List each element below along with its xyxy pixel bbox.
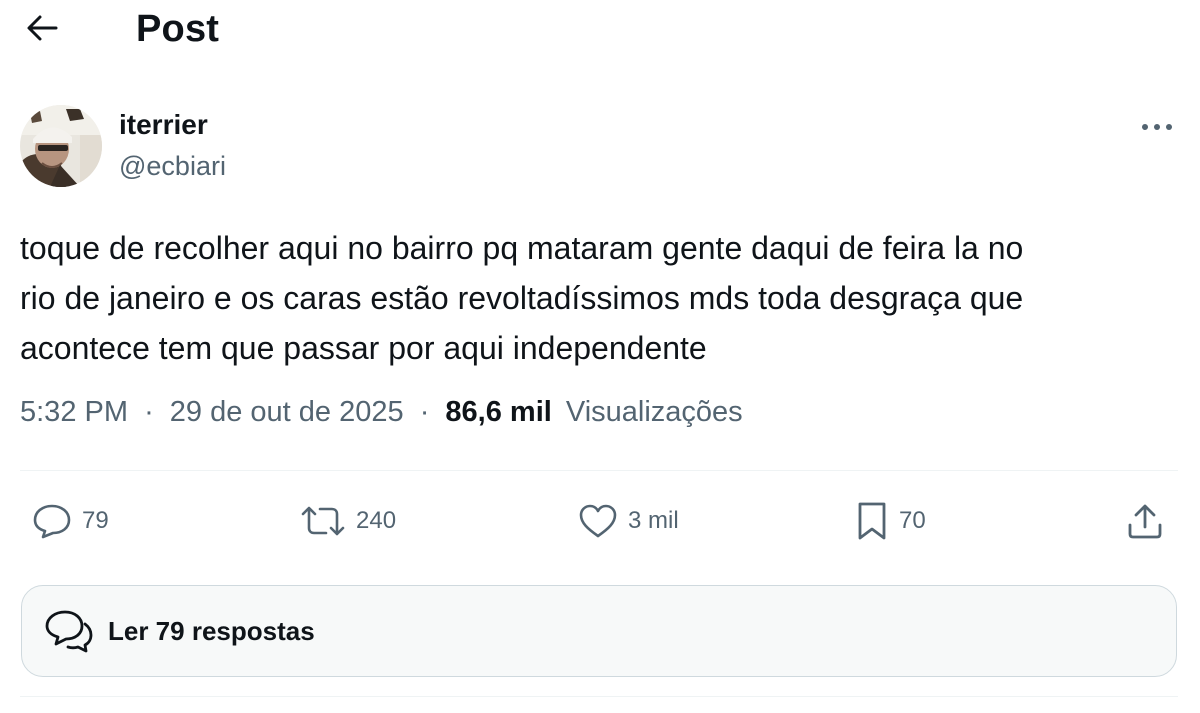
bookmark-button[interactable]: 70 [855, 498, 926, 544]
page-title: Post [136, 8, 220, 50]
speech-bubble-icon [33, 504, 71, 539]
post-date[interactable]: 29 de out de 2025 [170, 396, 404, 428]
author-handle[interactable]: @ecbiari [119, 151, 226, 182]
post-time[interactable]: 5:32 PM [20, 396, 128, 428]
like-button[interactable]: 3 mil [578, 498, 679, 544]
bookmark-count: 70 [899, 507, 926, 534]
bookmark-icon [858, 502, 886, 540]
post-text: toque de recolher aqui no bairro pq mata… [20, 223, 1180, 373]
post-text-line: rio de janeiro e os caras estão revoltad… [20, 280, 1024, 316]
meta-separator: · [144, 396, 154, 428]
heart-icon [579, 504, 617, 538]
views-label[interactable]: Visualizações [566, 396, 743, 428]
header-bar: Post [0, 0, 1200, 60]
post-meta: 5:32 PM · 29 de out de 2025 · 86,6 mil V… [20, 396, 743, 429]
arrow-left-icon [27, 15, 58, 41]
read-replies-button[interactable]: Ler 79 respostas [21, 585, 1177, 677]
repost-arrows-icon [301, 506, 345, 536]
divider [20, 470, 1178, 471]
share-button[interactable] [1126, 498, 1164, 544]
post-text-line: acontece tem que passar por aqui indepen… [20, 330, 707, 366]
author-name[interactable]: iterrier [119, 109, 208, 141]
more-horizontal-icon [1142, 124, 1172, 130]
reply-button[interactable]: 79 [32, 498, 109, 544]
post-page: Post iterrier @ecbiari toque de recolher… [0, 0, 1200, 713]
share-upload-icon [1128, 504, 1162, 539]
views-count[interactable]: 86,6 mil [445, 396, 551, 428]
repost-count: 240 [356, 507, 397, 534]
read-replies-label: Ler 79 respostas [108, 615, 315, 646]
divider [20, 696, 1178, 697]
post-text-line: toque de recolher aqui no bairro pq mata… [20, 230, 1024, 266]
more-options-button[interactable] [1139, 114, 1175, 140]
reply-count: 79 [82, 507, 109, 534]
meta-separator: · [419, 396, 430, 428]
repost-button[interactable]: 240 [300, 498, 396, 544]
conversation-bubbles-icon [45, 610, 93, 653]
avatar-image [20, 105, 102, 187]
back-button[interactable] [24, 10, 60, 46]
avatar[interactable] [20, 105, 102, 187]
like-count: 3 mil [628, 507, 679, 534]
